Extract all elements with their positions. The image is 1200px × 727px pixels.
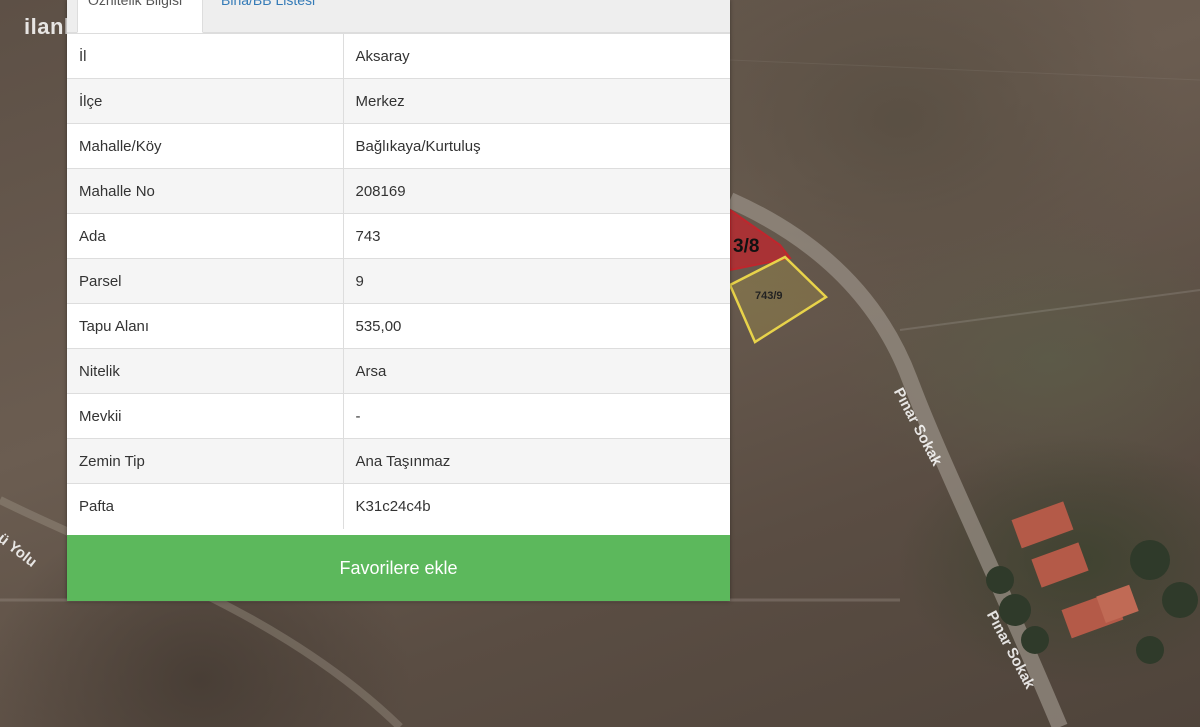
attr-key: Tapu Alanı	[67, 303, 344, 349]
attr-key: Nitelik	[67, 348, 344, 394]
parcel-label-neighbor: 3/8	[733, 236, 760, 257]
table-row: Pafta K31c24c4b	[67, 483, 730, 529]
table-row: Mahalle No 208169	[67, 168, 730, 214]
table-row: Ada 743	[67, 213, 730, 259]
attr-key: Ada	[67, 213, 344, 259]
attr-value: 9	[343, 258, 730, 304]
table-row: Zemin Tip Ana Taşınmaz	[67, 438, 730, 484]
table-row: Mahalle/Köy Bağlıkaya/Kurtuluş	[67, 123, 730, 169]
table-row: Tapu Alanı 535,00	[67, 303, 730, 349]
attr-key: Zemin Tip	[67, 438, 344, 484]
parcel-info-panel: Öznitelik Bilgisi Bina/BB Listesi İl Aksa…	[67, 0, 730, 601]
table-row: Nitelik Arsa	[67, 348, 730, 394]
attr-value: Merkez	[343, 78, 730, 124]
attr-value: Ana Taşınmaz	[343, 438, 730, 484]
attr-value: K31c24c4b	[343, 483, 730, 529]
attr-value: 535,00	[343, 303, 730, 349]
attr-key: İl	[67, 33, 344, 79]
attr-value: 743	[343, 213, 730, 259]
attr-key: Mahalle/Köy	[67, 123, 344, 169]
tab-bar: Öznitelik Bilgisi Bina/BB Listesi	[67, 0, 730, 33]
attr-value: Arsa	[343, 348, 730, 394]
attribute-table: İl Aksaray İlçe Merkez Mahalle/Köy Bağlıkay…	[67, 33, 730, 529]
attr-key: Parsel	[67, 258, 344, 304]
attr-value: 208169	[343, 168, 730, 214]
table-row: İlçe Merkez	[67, 78, 730, 124]
parcel-label-selected: 743/9	[755, 290, 783, 302]
table-row: İl Aksaray	[67, 33, 730, 79]
table-row: Parsel 9	[67, 258, 730, 304]
attr-key: Mevkii	[67, 393, 344, 439]
tab-attribute-info[interactable]: Öznitelik Bilgisi	[77, 0, 203, 33]
attr-value: Bağlıkaya/Kurtuluş	[343, 123, 730, 169]
add-to-favorites-button[interactable]: Favorilere ekle	[67, 535, 730, 601]
attr-key: Pafta	[67, 483, 344, 529]
attr-value: Aksaray	[343, 33, 730, 79]
attr-key: İlçe	[67, 78, 344, 124]
tab-building-list[interactable]: Bina/BB Listesi	[211, 0, 325, 32]
attr-key: Mahalle No	[67, 168, 344, 214]
table-row: Mevkii -	[67, 393, 730, 439]
attr-value: -	[343, 393, 730, 439]
